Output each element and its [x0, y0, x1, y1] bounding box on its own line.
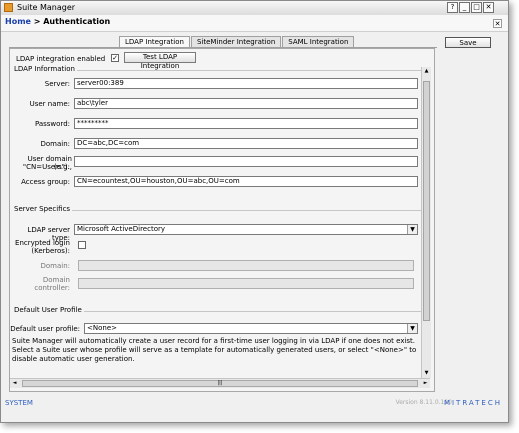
domain-controller-label-line2: controller:	[34, 284, 70, 292]
default-profile-value: <None>	[87, 324, 117, 332]
ldap-info-legend: LDAP Information	[12, 65, 77, 73]
brand-logo: MITRATECH	[443, 399, 502, 407]
chevron-down-icon[interactable]: ▼	[407, 324, 417, 333]
password-label: Password:	[34, 120, 70, 128]
server-label: Server:	[44, 80, 70, 88]
server-specifics-divider	[12, 210, 424, 211]
ldap-enabled-checkbox[interactable]: ✓	[111, 54, 119, 62]
help-window-button[interactable]: ?	[447, 2, 458, 13]
horizontal-scrollbar[interactable]: ◄ ||| ►	[10, 378, 430, 388]
breadcrumb-separator: >	[30, 17, 44, 26]
chevron-down-icon[interactable]: ▼	[407, 225, 417, 234]
page-title: Authentication	[43, 17, 111, 26]
server-type-select[interactable]: Microsoft ActiveDirectory ▼	[74, 224, 418, 235]
password-input[interactable]: *********	[74, 118, 418, 129]
username-input[interactable]: abc\tyler	[74, 98, 418, 109]
close-window-button[interactable]: ✕	[483, 2, 494, 13]
server-type-value: Microsoft ActiveDirectory	[77, 225, 165, 233]
horizontal-scroll-thumb[interactable]: |||	[22, 380, 418, 387]
server-input[interactable]: server00:389	[74, 78, 418, 89]
default-profile-label: Default user profile:	[10, 325, 80, 333]
user-domain-label-line2: "CN=Users"):	[22, 163, 70, 171]
breadcrumb: Home > Authentication	[5, 17, 110, 26]
domain-label: Domain:	[40, 140, 70, 148]
test-ldap-button[interactable]: Test LDAP Integration	[124, 52, 196, 70]
scroll-up-icon[interactable]: ▲	[422, 67, 431, 76]
encrypted-login-label-line1: Encrypted login	[15, 239, 70, 247]
domain-controller-label-line1: Domain	[42, 276, 70, 284]
scroll-left-icon[interactable]: ◄	[10, 379, 19, 388]
window-title: Suite Manager	[17, 3, 76, 12]
encrypted-login-label-line2: (Kerberos):	[31, 247, 70, 255]
app-icon	[4, 3, 13, 12]
breadcrumb-home-link[interactable]: Home	[5, 17, 31, 26]
scroll-right-icon[interactable]: ►	[421, 379, 430, 388]
domain-input[interactable]: DC=abc,DC=com	[74, 138, 418, 149]
access-group-input[interactable]: CN=ecountest,OU=houston,OU=abc,OU=com	[74, 176, 418, 187]
default-profile-legend: Default User Profile	[12, 306, 84, 314]
default-profile-select[interactable]: <None> ▼	[84, 323, 418, 334]
kerberos-domain-label: Domain:	[40, 262, 70, 270]
status-bar: SYSTEM Version 8.11.0.120 MITRATECH	[1, 396, 508, 410]
user-domain-input[interactable]	[74, 156, 418, 167]
header-bar: Home > Authentication ✕	[1, 15, 508, 32]
ldap-enabled-label: LDAP integration enabled	[16, 55, 106, 63]
access-group-label: Access group:	[21, 178, 70, 186]
username-label: User name:	[29, 100, 70, 108]
default-profile-description: Suite Manager will automatically create …	[12, 337, 417, 363]
vertical-scrollbar[interactable]: ▲ ▼	[421, 67, 431, 378]
app-window: Suite Manager ? _ □ ✕ Home > Authenticat…	[0, 0, 509, 423]
status-user: SYSTEM	[5, 399, 33, 407]
save-button[interactable]: Save	[445, 37, 491, 48]
domain-controller-input[interactable]	[78, 278, 414, 289]
server-specifics-legend: Server Specifics	[12, 205, 73, 213]
encrypted-login-checkbox[interactable]	[78, 241, 86, 249]
kerberos-domain-input[interactable]	[78, 260, 414, 271]
vertical-scroll-thumb[interactable]	[423, 81, 430, 321]
scroll-down-icon[interactable]: ▼	[422, 369, 431, 378]
close-page-icon[interactable]: ✕	[493, 19, 502, 28]
maximize-button[interactable]: □	[471, 2, 482, 13]
title-bar: Suite Manager ? _ □ ✕	[1, 1, 508, 16]
minimize-button[interactable]: _	[459, 2, 470, 13]
